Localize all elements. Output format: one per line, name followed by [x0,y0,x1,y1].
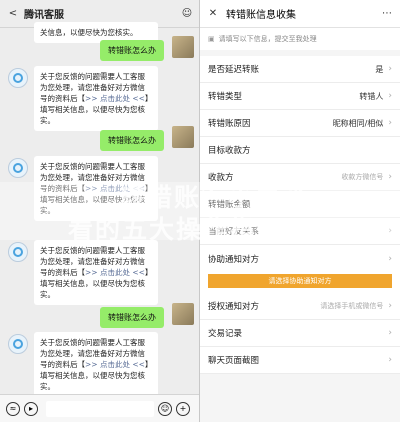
user-message: 转错账怎么办 [100,130,164,151]
chevron-right-icon: › [388,172,392,182]
chat-pane: < 腾讯客服 ☺ 关信息，以便尽快为您核实。 转错账怎么办 关于您反馈的问题需要… [0,0,200,422]
authorize-input[interactable]: 请选择手机或微信号 [320,301,383,311]
voice-icon[interactable]: ≈ [6,401,20,416]
notify-select-button[interactable]: 请选择协助通知对方 [208,274,392,288]
form-header: ✕ 转错账信息收集 ⋯ [200,0,400,28]
chat-input-bar: ≈ ▸ ☺ + [0,394,200,422]
avatar[interactable] [172,303,194,325]
row-amount[interactable]: 转错账金额 [200,191,400,218]
notice-icon: ▣ [208,35,215,43]
speaker-icon[interactable]: ▸ [24,401,38,416]
chevron-right-icon: › [388,118,392,128]
add-icon[interactable]: + [176,401,190,416]
form-pane: ✕ 转错账信息收集 ⋯ ▣ 请填写以下信息，提交至我处理 是否延迟转账 是 › … [200,0,400,422]
user-message: 转错账怎么办 [100,40,164,61]
help-link[interactable]: >> 点击此处 << [85,94,145,103]
bot-message: 关于您反馈的问题需要人工客服为您处理，请您准备好对方微信号的资料后【>> 点击此… [34,332,158,397]
bot-avatar[interactable] [8,334,28,354]
chevron-right-icon: › [388,301,392,311]
chat-title: 腾讯客服 [24,10,64,21]
message-input[interactable] [46,400,154,417]
help-link[interactable]: >> 点击此处 << [85,184,145,193]
bot-message: 关于您反馈的问题需要人工客服为您处理，请您准备好对方微信号的资料后【>> 点击此… [34,156,158,221]
emoji-icon[interactable]: ☺ [158,401,172,416]
avatar[interactable] [172,126,194,148]
message-list: 关信息，以便尽快为您核实。 转错账怎么办 关于您反馈的问题需要人工客服为您处理，… [0,22,200,397]
bot-avatar[interactable] [8,68,28,88]
row-chat-screenshot[interactable]: 聊天页面截图 › [200,347,400,374]
bot-avatar[interactable] [8,242,28,262]
row-assist-notify[interactable]: 协助通知对方 › [200,245,400,272]
row-friend-relation[interactable]: 当前好友关系 › [200,218,400,245]
row-target-payee: 目标收款方 [200,137,400,164]
bot-message: 关于您反馈的问题需要人工客服为您处理，请您准备好对方微信号的资料后【>> 点击此… [34,66,158,131]
payee-input[interactable]: 收款方微信号 [341,172,383,182]
help-link[interactable]: >> 点击此处 << [85,268,145,277]
back-icon[interactable]: < [6,8,20,19]
row-authorize-notify[interactable]: 授权通知对方 请选择手机或微信号 › [200,293,400,320]
row-error-type[interactable]: 转错类型 转错人 › [200,83,400,110]
chevron-right-icon: › [388,91,392,101]
form-title: 转错账信息收集 [226,10,296,21]
chevron-right-icon: › [388,226,392,236]
row-payee[interactable]: 收款方 收款方微信号 › [200,164,400,191]
person-icon[interactable]: ☺ [180,8,194,19]
chevron-right-icon: › [388,355,392,365]
notify-button-wrap: 请选择协助通知对方 [200,272,400,293]
bot-avatar[interactable] [8,158,28,178]
chevron-right-icon: › [388,253,392,264]
row-delay-transfer[interactable]: 是否延迟转账 是 › [200,56,400,83]
chevron-right-icon: › [388,328,392,338]
help-link[interactable]: >> 点击此处 << [85,360,145,369]
avatar[interactable] [172,36,194,58]
more-icon[interactable]: ⋯ [380,8,394,19]
close-icon[interactable]: ✕ [206,8,220,19]
form-notice: ▣ 请填写以下信息，提交至我处理 [200,28,400,56]
bot-message: 关于您反馈的问题需要人工客服为您处理，请您准备好对方微信号的资料后【>> 点击此… [34,240,158,305]
row-error-reason[interactable]: 转错账原因 昵称相同/相似 › [200,110,400,137]
user-message: 转错账怎么办 [100,307,164,328]
row-transaction-record[interactable]: 交易记录 › [200,320,400,347]
chevron-right-icon: › [388,64,392,74]
